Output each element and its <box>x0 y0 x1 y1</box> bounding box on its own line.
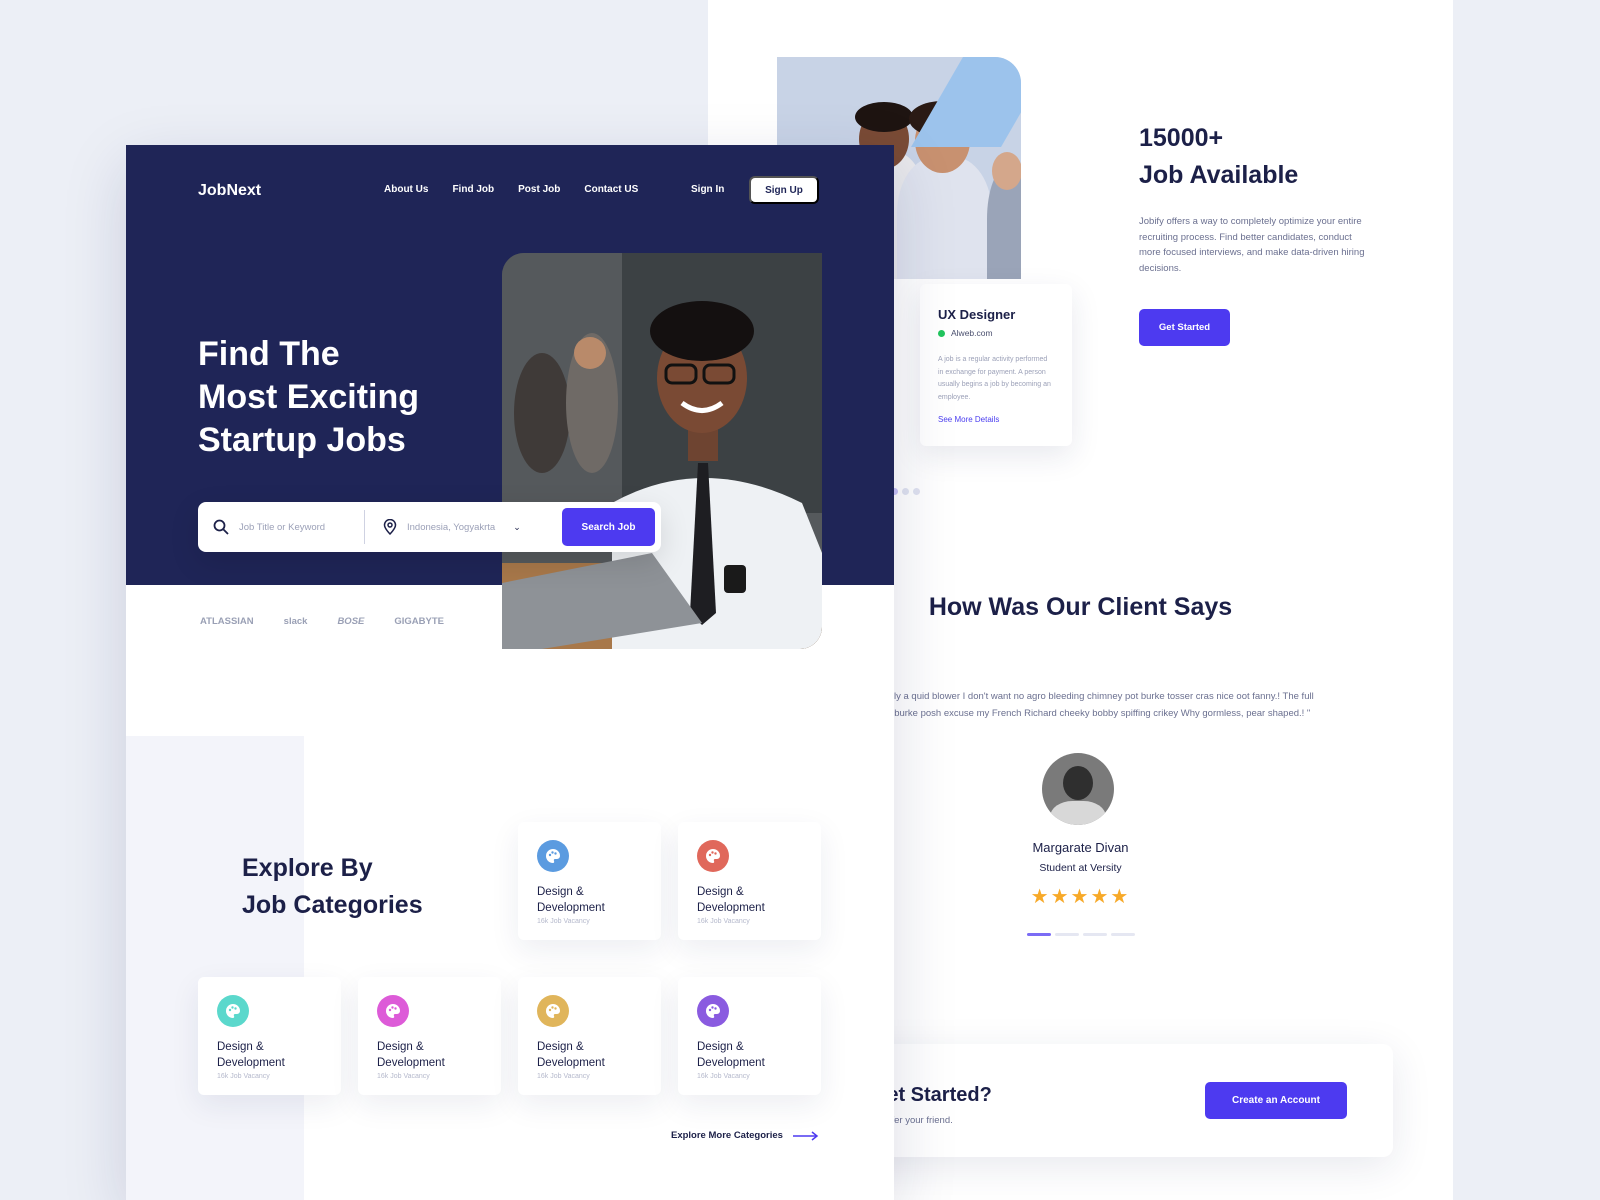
landing-page: JobNext About Us Find Job Post Job Conta… <box>126 145 894 1200</box>
carousel-dot[interactable] <box>902 488 909 495</box>
get-started-button[interactable]: Get Started <box>1139 309 1230 346</box>
category-name: Design & Development <box>537 886 605 914</box>
category-card[interactable]: Design & Development 16k Job Vacancy <box>518 822 661 940</box>
category-card[interactable]: Design & Development 16k Job Vacancy <box>518 977 661 1095</box>
pager-dot[interactable] <box>1027 933 1051 936</box>
palette-icon <box>697 840 729 872</box>
logo[interactable]: JobNext <box>198 182 261 200</box>
category-vacancy: 16k Job Vacancy <box>537 918 590 925</box>
location-value: Indonesia, Yogyakrta <box>407 521 496 533</box>
categories-title-line: Explore By <box>242 854 373 882</box>
job-description: A job is a regular activity performed in… <box>938 356 1051 401</box>
location-pin-icon <box>383 519 397 535</box>
brand-logo-atlassian: ATLASSIAN <box>200 616 254 627</box>
nav-contact-us[interactable]: Contact US <box>584 184 638 195</box>
jobs-description: Jobify offers a way to completely optimi… <box>1139 216 1365 274</box>
category-card[interactable]: Design & Development 16k Job Vacancy <box>358 977 501 1095</box>
brand-logo-bose: BOSE <box>337 616 365 627</box>
arrow-right-icon <box>792 1130 819 1141</box>
testimonial-quote: bout only a quid blower I don't want no … <box>862 691 1314 719</box>
company-name: Alweb.com <box>951 328 993 338</box>
category-vacancy: 16k Job Vacancy <box>537 1073 590 1080</box>
company-row: Alweb.com <box>938 328 1054 338</box>
see-more-link[interactable]: See More Details <box>938 415 1054 424</box>
pager-dot[interactable] <box>1111 933 1135 936</box>
category-vacancy: 16k Job Vacancy <box>377 1073 430 1080</box>
category-name: Design & Development <box>697 886 765 914</box>
search-job-button[interactable]: Search Job <box>562 508 655 546</box>
carousel-dot[interactable] <box>913 488 920 495</box>
job-search-bar: Job Title or Keyword Indonesia, Yogyakrt… <box>198 502 661 552</box>
main-nav: About Us Find Job Post Job Contact US <box>384 184 638 195</box>
categories-background <box>126 736 304 1200</box>
category-name: Design & Development <box>217 1041 285 1069</box>
hero-title-line: Startup Jobs <box>198 421 406 459</box>
sign-up-button[interactable]: Sign Up <box>749 176 819 204</box>
category-card[interactable]: Design & Development 16k Job Vacancy <box>678 822 821 940</box>
explore-more-label: Explore More Categories <box>671 1130 783 1141</box>
category-name: Design & Development <box>377 1041 445 1069</box>
nav-post-job[interactable]: Post Job <box>518 184 560 195</box>
category-card[interactable]: Design & Development 16k Job Vacancy <box>198 977 341 1095</box>
brand-logo-gigabyte: GIGABYTE <box>394 616 444 627</box>
keyword-placeholder: Job Title or Keyword <box>239 521 326 533</box>
testimonial-pager <box>1027 933 1135 936</box>
job-title: UX Designer <box>938 307 1016 322</box>
brand-logos: ATLASSIAN slack BOSE GIGABYTE <box>200 616 444 627</box>
search-icon <box>213 519 229 535</box>
hero-title-line: Find The <box>198 335 340 373</box>
nav-about-us[interactable]: About Us <box>384 184 428 195</box>
hero-title: Find The Most Exciting Startup Jobs <box>198 333 419 462</box>
palette-icon <box>377 995 409 1027</box>
palette-icon <box>697 995 729 1027</box>
category-vacancy: 16k Job Vacancy <box>697 1073 750 1080</box>
jobs-available-title: 15000+ Job Available <box>1139 120 1298 194</box>
cta-panel: o Get Started? nt and refer your friend.… <box>818 1044 1393 1157</box>
category-name: Design & Development <box>697 1041 765 1069</box>
hero-photo-illustration <box>502 253 822 649</box>
jobs-label: Job Available <box>1139 161 1299 189</box>
hero-photo <box>502 253 822 649</box>
job-card[interactable]: UX Designer Alweb.com A job is a regular… <box>920 284 1072 446</box>
palette-icon <box>217 995 249 1027</box>
pager-dot[interactable] <box>1055 933 1079 936</box>
palette-icon <box>537 995 569 1027</box>
category-name: Design & Development <box>537 1041 605 1069</box>
jobs-count: 15000+ <box>1139 124 1224 152</box>
category-vacancy: 16k Job Vacancy <box>697 918 750 925</box>
category-vacancy: 16k Job Vacancy <box>217 1073 270 1080</box>
hero-title-line: Most Exciting <box>198 378 420 416</box>
create-account-button[interactable]: Create an Account <box>1205 1082 1347 1119</box>
palette-icon <box>537 840 569 872</box>
pager-dot[interactable] <box>1083 933 1107 936</box>
sign-in-link[interactable]: Sign In <box>691 184 724 195</box>
carousel-dots <box>891 488 920 495</box>
status-dot <box>938 329 945 337</box>
avatar <box>1042 753 1114 825</box>
category-card[interactable]: Design & Development 16k Job Vacancy <box>678 977 821 1095</box>
categories-title: Explore By Job Categories <box>242 850 423 924</box>
categories-title-line: Job Categories <box>242 891 423 919</box>
location-select[interactable]: Indonesia, Yogyakrta ⌄ <box>365 519 561 535</box>
explore-more-link[interactable]: Explore More Categories <box>671 1130 819 1141</box>
brand-logo-slack: slack <box>283 616 308 627</box>
nav-find-job[interactable]: Find Job <box>452 184 494 195</box>
chevron-down-icon: ⌄ <box>513 521 521 532</box>
keyword-field[interactable]: Job Title or Keyword <box>198 519 364 535</box>
